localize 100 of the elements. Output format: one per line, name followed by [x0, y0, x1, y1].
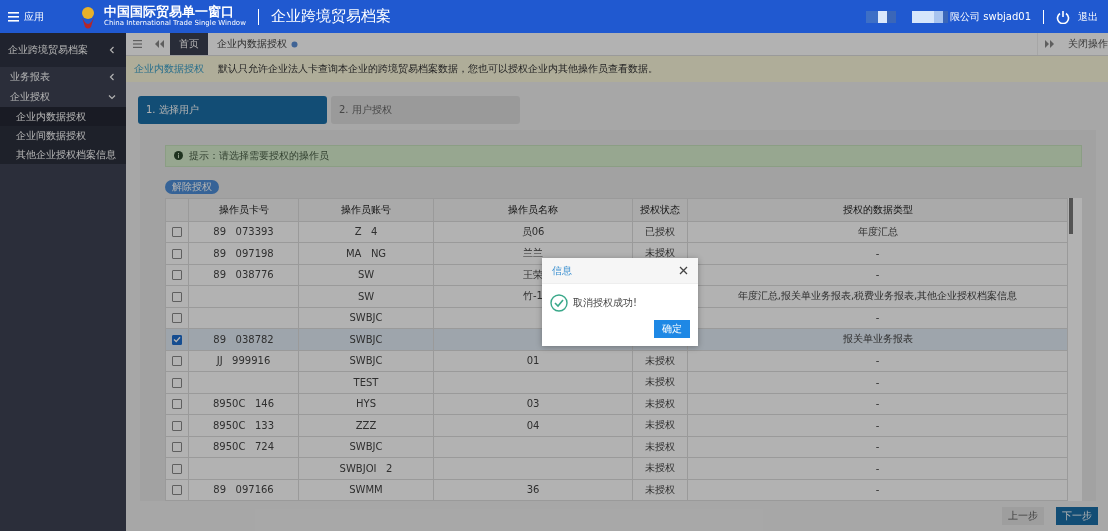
table-cell: 年度汇总,报关单业务报表,税费业务报表,其他企业授权档案信息 — [737, 290, 1018, 302]
column-header: 操作员账号 — [298, 198, 434, 221]
checkbox[interactable] — [172, 313, 182, 324]
table-cell: 年度汇总 — [857, 225, 898, 237]
page-description: 默认只允许企业法人卡查询本企业的跨境贸易档案数据，您也可以授权企业内其他操作员查看数据。 — [218, 62, 658, 76]
checkbox[interactable] — [172, 356, 182, 367]
close-icon — [679, 266, 688, 275]
step-tab[interactable]: 1. 选择用户 — [138, 96, 327, 124]
chevron-left-icon — [108, 73, 116, 81]
checkbox[interactable] — [172, 291, 182, 302]
table-cell: 竹-1 — [523, 290, 543, 302]
sidebar-subitem[interactable]: 其他企业授权档案信息 — [0, 145, 126, 164]
step-tab[interactable]: 2. 用户授权 — [331, 96, 520, 124]
tab[interactable]: 企业内数据授权 — [208, 33, 307, 55]
table-cell: 已授权 — [645, 225, 675, 237]
next-button[interactable]: 下一步 — [1056, 507, 1098, 525]
double-right-icon — [1044, 40, 1054, 48]
table-cell: 89 038776 — [213, 269, 274, 281]
menu-icon — [132, 40, 142, 48]
table-cell: 8950C 146 — [212, 398, 275, 410]
table-cell: 03 — [526, 398, 540, 410]
revoke-button[interactable]: 解除授权 — [165, 179, 219, 194]
table-cell: 报关单业务报表 — [842, 333, 913, 345]
apps-menu[interactable]: 应用 — [0, 9, 52, 24]
table-cell: - — [875, 376, 880, 388]
close-button[interactable] — [679, 266, 688, 275]
table-cell: 未授权 — [645, 483, 675, 495]
sidebar-header[interactable]: 企业跨境贸易档案 — [0, 33, 126, 67]
table-cell: 89 038782 — [213, 333, 274, 345]
table-cell: MA NG — [345, 247, 387, 259]
redaction-block — [912, 10, 949, 23]
column-header: 操作员名称 — [433, 198, 633, 221]
table-cell: SWBJC — [349, 441, 383, 453]
checkbox[interactable] — [172, 227, 182, 238]
info-icon — [174, 151, 183, 161]
checkbox[interactable] — [172, 485, 182, 496]
table-cell: SWBJC — [349, 333, 383, 345]
table-cell: 89 097166 — [213, 484, 274, 496]
table-cell: SW — [357, 290, 375, 302]
table-cell: - — [875, 312, 880, 324]
table-cell: 89 073393 — [213, 226, 274, 238]
sidebar-item[interactable]: 企业授权 — [0, 87, 126, 107]
table-cell: - — [875, 441, 880, 453]
table-cell: SWBJC — [349, 355, 383, 367]
table-cell: JJ 999916 — [216, 355, 271, 367]
menu-icon — [8, 11, 19, 22]
table-cell: - — [875, 462, 880, 474]
column-header: 授权状态 — [632, 198, 688, 221]
tip-text: 提示：请选择需要授权的操作员 — [189, 148, 329, 163]
table-cell: SWMM — [349, 484, 383, 496]
table-cell: 未授权 — [645, 440, 675, 452]
success-check-icon — [550, 294, 568, 312]
table-cell: 36 — [526, 484, 540, 496]
table-cell: - — [875, 484, 880, 496]
checkbox[interactable] — [172, 442, 182, 453]
sidebar-item[interactable]: 业务报表 — [0, 67, 126, 87]
close-menu[interactable]: 关闭操作 — [1060, 33, 1108, 55]
sidebar-subitem[interactable]: 企业内数据授权 — [0, 107, 126, 126]
checkbox[interactable] — [172, 377, 182, 388]
checkbox[interactable] — [172, 334, 182, 345]
table-cell: Z 4 — [354, 226, 378, 238]
table-cell: SW — [357, 269, 375, 281]
table-cell: 未授权 — [645, 419, 675, 431]
logout-button[interactable]: 退出 — [1056, 9, 1098, 24]
table-cell: - — [875, 398, 880, 410]
page-title: 企业内数据授权 — [134, 62, 204, 76]
double-left-icon — [154, 40, 164, 48]
table-cell: 员06 — [521, 225, 545, 237]
table-cell: - — [875, 247, 880, 259]
checkbox[interactable] — [172, 463, 182, 474]
table-cell: ZZZ — [355, 419, 377, 431]
power-icon — [1056, 9, 1070, 24]
table-cell: 89 097198 — [213, 247, 274, 259]
user-name: 限公司 swbjad01 — [950, 9, 1031, 24]
ok-button[interactable]: 确定 — [654, 320, 690, 338]
table-cell: SWBJOI 2 — [339, 462, 393, 474]
tab[interactable]: 首页 — [170, 33, 208, 55]
table-cell: - — [875, 355, 880, 367]
chevron-down-icon — [108, 93, 116, 101]
chevron-left-icon — [108, 46, 116, 54]
table-cell: 8950C 133 — [212, 419, 275, 431]
table-cell: - — [875, 419, 880, 431]
table-cell: 未授权 — [645, 376, 675, 388]
table-cell: 兰兰 — [523, 247, 543, 259]
table-cell: 01 — [526, 355, 540, 367]
checkbox[interactable] — [172, 248, 182, 259]
column-header: 授权的数据类型 — [687, 198, 1068, 221]
table-cell: 未授权 — [645, 247, 675, 259]
dialog-title: 信息 — [552, 263, 572, 278]
redaction-block — [866, 10, 897, 23]
checkbox[interactable] — [172, 420, 182, 431]
app-title: 企业跨境贸易档案 — [270, 7, 391, 26]
table-cell: 未授权 — [645, 397, 675, 409]
scrollbar[interactable] — [1069, 197, 1073, 234]
table-cell: TEST — [353, 376, 379, 388]
dialog-message: 取消授权成功! — [573, 296, 637, 310]
sidebar-subitem[interactable]: 企业间数据授权 — [0, 126, 126, 145]
checkbox[interactable] — [172, 270, 182, 281]
table-cell: HYS — [356, 398, 376, 410]
checkbox[interactable] — [172, 399, 182, 410]
